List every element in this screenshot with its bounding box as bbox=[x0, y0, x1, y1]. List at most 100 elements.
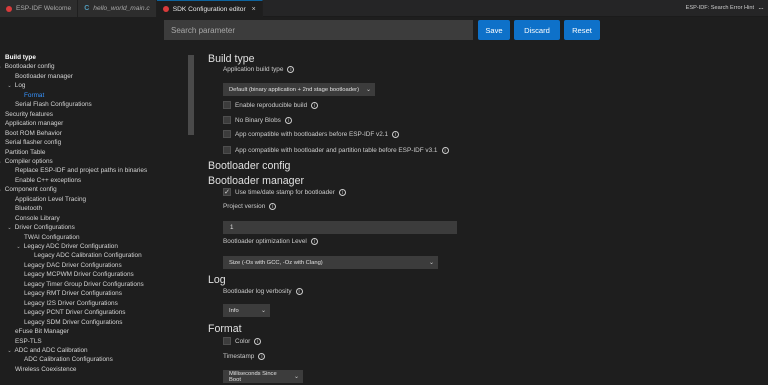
sidebar-item[interactable]: Partition Table bbox=[5, 148, 45, 157]
chevron-down-icon[interactable]: ⌄ bbox=[0, 186, 3, 195]
search-input[interactable] bbox=[164, 20, 473, 40]
sidebar-item[interactable]: ADC Calibration Configurations bbox=[24, 355, 113, 364]
info-icon[interactable]: i bbox=[441, 146, 449, 154]
chevron-down-icon[interactable]: ⌄ bbox=[0, 158, 3, 167]
check-row-use-timestamp[interactable]: ✓ Use time/date stamp for bootloader i bbox=[223, 188, 346, 196]
section-heading-bootloader-manager: Bootloader manager bbox=[208, 175, 304, 187]
sidebar-item[interactable]: Replace ESP-IDF and project paths in bin… bbox=[15, 166, 147, 175]
app-build-type-select[interactable]: Default (binary application + 2nd stage … bbox=[223, 83, 375, 96]
sidebar-item[interactable]: Bootloader manager bbox=[15, 72, 73, 81]
checkbox[interactable] bbox=[223, 116, 231, 124]
sidebar-item[interactable]: Legacy RMT Driver Configurations bbox=[24, 289, 122, 298]
tab-esp-idf-welcome[interactable]: ESP-IDF Welcome bbox=[0, 0, 79, 17]
sidebar-item[interactable]: Legacy ADC Calibration Configuration bbox=[34, 251, 142, 260]
info-icon[interactable]: i bbox=[284, 116, 292, 124]
sidebar-item[interactable]: ⌄ Legacy ADC Driver Configuration bbox=[15, 242, 118, 251]
sidebar-item[interactable]: Legacy I2S Driver Configurations bbox=[24, 299, 118, 308]
sidebar-item[interactable]: ⌄ Compiler options bbox=[0, 157, 53, 166]
sidebar-item[interactable]: Wireless Coexistence bbox=[15, 365, 76, 374]
sidebar-item-label: Log bbox=[14, 82, 26, 90]
info-icon[interactable]: i bbox=[310, 238, 318, 245]
info-icon[interactable]: i bbox=[254, 337, 262, 345]
checkbox[interactable] bbox=[223, 101, 231, 109]
info-icon[interactable]: i bbox=[287, 66, 295, 73]
tab-label: ESP-IDF Welcome bbox=[16, 5, 72, 12]
sidebar-item[interactable]: ESP-TLS bbox=[15, 337, 42, 346]
info-icon[interactable]: i bbox=[392, 130, 400, 138]
sidebar-item[interactable]: Application Level Tracing bbox=[15, 195, 86, 204]
info-icon[interactable]: i bbox=[258, 353, 266, 360]
chevron-down-icon: ⌄ bbox=[365, 87, 371, 93]
check-row-compat-v2-1[interactable]: App compatible with bootloaders before E… bbox=[223, 130, 400, 138]
sidebar-item[interactable]: Boot ROM Behavior bbox=[5, 129, 62, 138]
chevron-down-icon: ⌄ bbox=[260, 308, 266, 314]
reset-button[interactable]: Reset bbox=[564, 20, 600, 40]
check-row-reproducible[interactable]: Enable reproducible build i bbox=[223, 101, 319, 109]
tab-sdk-configuration-editor[interactable]: SDK Configuration editor × bbox=[156, 0, 263, 17]
opt-level-select[interactable]: Size (-Os with GCC, -Oz with Clang) ⌄ bbox=[223, 256, 438, 269]
sidebar-item[interactable]: ⌄ Bootloader config bbox=[0, 62, 55, 71]
chevron-down-icon[interactable]: ⌄ bbox=[15, 243, 22, 252]
sidebar-item[interactable]: Legacy SDM Driver Configurations bbox=[24, 318, 122, 327]
sidebar-item[interactable]: ⌄ Driver Configurations bbox=[6, 223, 74, 233]
sidebar-item[interactable]: Build type bbox=[5, 53, 36, 62]
search-error-hint[interactable]: ESP-IDF: Search Error Hint ··· bbox=[685, 0, 768, 16]
sidebar-item[interactable]: Legacy PCNT Driver Configurations bbox=[24, 308, 125, 317]
check-row-compat-v3-1[interactable]: App compatible with bootloader and parti… bbox=[223, 146, 449, 154]
discard-button[interactable]: Discard bbox=[514, 20, 560, 40]
chevron-down-icon[interactable]: ⌄ bbox=[6, 347, 13, 356]
sidebar-item-label: Legacy I2S Driver Configurations bbox=[24, 299, 118, 307]
sidebar-item[interactable]: ⌄ ADC and ADC Calibration bbox=[6, 346, 87, 356]
sidebar-item[interactable]: ⌄ Log bbox=[6, 81, 25, 90]
tab-hello-world-main-c[interactable]: C hello_world_main.c bbox=[78, 0, 157, 17]
log-verbosity-label-row: Bootloader log verbosity i bbox=[223, 288, 303, 295]
info-icon[interactable]: i bbox=[295, 288, 303, 295]
save-button[interactable]: Save bbox=[478, 20, 510, 40]
check-row-no-binary-blobs[interactable]: No Binary Blobs i bbox=[223, 116, 292, 124]
app-build-type-label-row: Application build type i bbox=[223, 66, 295, 73]
sidebar-item-label: Legacy Timer Group Driver Configurations bbox=[24, 280, 144, 288]
checkbox[interactable] bbox=[223, 337, 231, 345]
sidebar-item[interactable]: Bluetooth bbox=[15, 204, 42, 213]
check-label: App compatible with bootloaders before E… bbox=[235, 130, 389, 138]
chevron-down-icon: ⌄ bbox=[428, 260, 434, 266]
sidebar-item[interactable]: Legacy MCPWM Driver Configurations bbox=[24, 270, 134, 279]
sidebar-item[interactable]: Security features bbox=[5, 110, 53, 119]
sidebar-item[interactable]: eFuse Bit Manager bbox=[15, 327, 69, 336]
info-icon[interactable]: i bbox=[269, 203, 277, 210]
sidebar-item[interactable]: ⌄ Component config bbox=[0, 185, 57, 194]
sidebar-item-label: Legacy MCPWM Driver Configurations bbox=[24, 271, 134, 279]
log-verbosity-select[interactable]: Info ⌄ bbox=[223, 304, 270, 317]
tab-bar-spacer bbox=[262, 0, 686, 16]
sidebar-item[interactable]: Serial flasher config bbox=[5, 138, 61, 147]
sidebar-item-label: Legacy ADC Driver Configuration bbox=[23, 243, 118, 250]
chevron-down-icon[interactable]: ⌄ bbox=[0, 63, 3, 72]
sidebar-item[interactable]: TWAI Configuration bbox=[24, 233, 80, 242]
info-icon[interactable]: i bbox=[338, 188, 346, 196]
sidebar-item[interactable]: Format bbox=[24, 91, 44, 100]
sidebar-item[interactable]: Serial Flash Configurations bbox=[15, 100, 92, 109]
sidebar-item[interactable]: Console Library bbox=[15, 214, 60, 223]
sidebar-scrollbar-thumb[interactable] bbox=[188, 55, 194, 135]
sidebar-item[interactable]: Enable C++ exceptions bbox=[15, 176, 81, 185]
checkbox[interactable]: ✓ bbox=[223, 188, 231, 196]
timestamp-label: Timestamp bbox=[223, 353, 255, 360]
check-row-color[interactable]: Color i bbox=[223, 337, 262, 345]
more-actions-icon[interactable]: ··· bbox=[758, 4, 764, 13]
project-version-input[interactable]: 1 bbox=[223, 221, 457, 234]
opt-level-label: Bootloader optimization Level bbox=[223, 238, 307, 245]
check-label: No Binary Blobs bbox=[235, 116, 281, 124]
chevron-down-icon[interactable]: ⌄ bbox=[6, 224, 13, 233]
sidebar-item[interactable]: Legacy DAC Driver Configurations bbox=[24, 261, 122, 270]
close-icon[interactable]: × bbox=[252, 6, 256, 13]
checkbox[interactable] bbox=[223, 130, 231, 138]
sidebar-item-label: Bootloader manager bbox=[15, 72, 73, 80]
search-error-hint-label: ESP-IDF: Search Error Hint bbox=[685, 5, 754, 11]
info-icon[interactable]: i bbox=[311, 101, 319, 109]
chevron-down-icon[interactable]: ⌄ bbox=[6, 82, 13, 91]
timestamp-select[interactable]: Milliseconds Since Boot ⌄ bbox=[223, 370, 303, 383]
sidebar-item-label: Build type bbox=[5, 54, 36, 61]
checkbox[interactable] bbox=[223, 146, 231, 154]
sidebar-item[interactable]: Application manager bbox=[5, 119, 63, 128]
sidebar-item[interactable]: Legacy Timer Group Driver Configurations bbox=[24, 280, 144, 289]
